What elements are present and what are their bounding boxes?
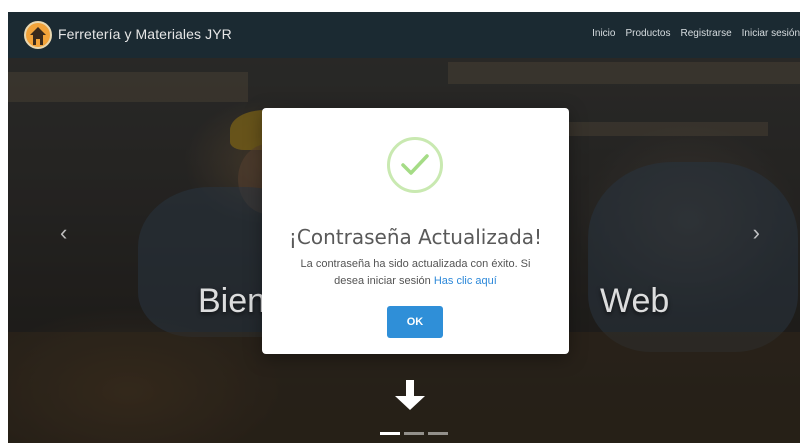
- login-link[interactable]: Has clic aquí: [434, 275, 497, 287]
- carousel-indicators: [380, 432, 448, 435]
- carousel-indicator[interactable]: [428, 432, 448, 435]
- navbar: Ferretería y Materiales JYR Inicio Produ…: [8, 12, 800, 58]
- page: Ferretería y Materiales JYR Inicio Produ…: [8, 12, 800, 443]
- nav-link-inicio[interactable]: Inicio: [592, 28, 615, 39]
- nav-link-productos[interactable]: Productos: [625, 28, 670, 39]
- hero-title-right: Web: [599, 282, 670, 320]
- dialog-message: La contraseña ha sido actualizada con éx…: [292, 256, 539, 290]
- chevron-right-icon[interactable]: ›: [753, 220, 760, 246]
- brand-logo[interactable]: [24, 21, 52, 49]
- arrow-down-icon[interactable]: [395, 380, 425, 412]
- chevron-left-icon[interactable]: ‹: [60, 220, 67, 246]
- brand-name[interactable]: Ferretería y Materiales JYR: [58, 26, 232, 42]
- nav-link-iniciar-sesion[interactable]: Iniciar sesión: [742, 28, 800, 39]
- carousel-indicator[interactable]: [404, 432, 424, 435]
- dialog-title: ¡Contraseña Actualizada!: [288, 225, 543, 249]
- carousel-indicator[interactable]: [380, 432, 400, 435]
- ok-button[interactable]: OK: [387, 306, 443, 338]
- hero-title-left: Bien: [198, 282, 267, 320]
- nav-links: Inicio Productos Registrarse Iniciar ses…: [592, 28, 800, 39]
- nav-link-registrarse[interactable]: Registrarse: [681, 28, 732, 39]
- success-dialog: ¡Contraseña Actualizada! La contraseña h…: [262, 108, 569, 354]
- check-icon: [387, 137, 443, 193]
